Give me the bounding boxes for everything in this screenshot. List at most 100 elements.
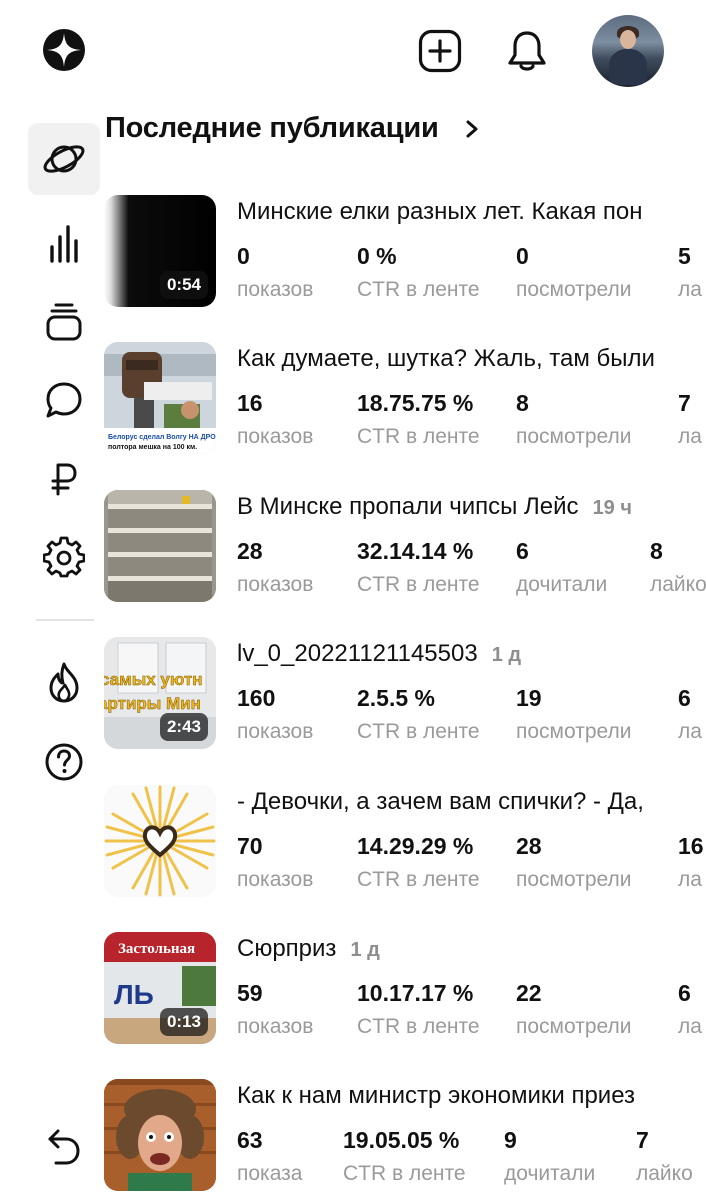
- zen-star-icon[interactable]: [42, 28, 86, 72]
- stat-value: 0: [237, 243, 250, 269]
- publication-thumbnail: Белорус сделал Волгу НА ДРОВАХ: полтора …: [104, 342, 216, 454]
- sidebar-item-trending[interactable]: [28, 646, 100, 718]
- sidebar-item-monetization[interactable]: [28, 443, 100, 515]
- stat-value: 16: [678, 833, 704, 859]
- stat-value: 19: [516, 685, 542, 711]
- stat-label: CTR в ленте: [357, 868, 480, 891]
- chevron-right-icon: [466, 120, 478, 137]
- publication-meta: - Девочки, а зачем вам спички? - Да, 70 …: [237, 785, 706, 897]
- stat-label: показов: [237, 720, 314, 743]
- back-arrow-icon: [48, 1129, 80, 1165]
- publication-row[interactable]: - Девочки, а зачем вам спички? - Да, 70 …: [104, 785, 706, 897]
- sidebar-item-back[interactable]: [28, 1111, 100, 1183]
- plus-square-icon[interactable]: [418, 29, 462, 73]
- stat-label: посмотрели: [516, 720, 632, 743]
- sidebar-item-stats[interactable]: [28, 207, 100, 279]
- publication-row[interactable]: Белорус сделал Волгу НА ДРОВАХ: полтора …: [104, 342, 706, 454]
- stat-value: 6: [678, 980, 691, 1006]
- publication-row[interactable]: Застольная ЛЬ 0:13 Сюрприз 1 д 59 10.17.1…: [104, 932, 706, 1044]
- duration-badge: 2:43: [159, 713, 208, 741]
- stat-value: 70: [237, 833, 263, 859]
- publication-meta: lv_0_20221121145503 1 д 160 2.5.5 % 19 6 …: [237, 637, 706, 749]
- stat-label: CTR в ленте: [343, 1162, 466, 1185]
- svg-text:Белорус сделал Волгу НА ДРОВАХ: Белорус сделал Волгу НА ДРОВАХ:: [108, 434, 216, 441]
- sidebar-item-settings[interactable]: [28, 521, 100, 593]
- stat-label: ла: [678, 720, 702, 743]
- sidebar-item-publications[interactable]: [28, 286, 100, 358]
- publication-title: Как думаете, шутка? Жаль, там были: [237, 345, 655, 372]
- stat-value: 5: [678, 243, 691, 269]
- publication-thumbnail: [104, 785, 216, 897]
- sidebar-item-feed[interactable]: [28, 123, 100, 195]
- publication-meta: Сюрприз 1 д 59 10.17.17 % 22 6 показов CT…: [237, 932, 706, 1044]
- stat-value: 8: [650, 538, 663, 564]
- svg-text:самых уютн: самых уютн: [104, 670, 203, 689]
- bell-icon[interactable]: [505, 29, 549, 73]
- stat-label: показа: [237, 1162, 303, 1185]
- stat-value: 14.29.29 %: [357, 833, 474, 859]
- comment-icon: [46, 382, 82, 418]
- stat-value: 22: [516, 980, 542, 1006]
- stat-value: 19.05.05 %: [343, 1127, 460, 1153]
- publication-title: Как к нам министр экономики приез: [237, 1082, 636, 1109]
- stat-label: лайко: [650, 573, 706, 596]
- stat-value: 0: [516, 243, 529, 269]
- sidebar-item-help[interactable]: [28, 726, 100, 798]
- stat-label: CTR в ленте: [357, 278, 480, 301]
- stat-value: 18.75.75 %: [357, 390, 474, 416]
- publication-meta: Как к нам министр экономики приез 63 19.…: [237, 1079, 706, 1191]
- publication-row[interactable]: В Минске пропали чипсы Лейс 19 ч 28 32.14…: [104, 490, 706, 602]
- stat-label: показов: [237, 425, 314, 448]
- publication-title: lv_0_20221121145503 1 д: [237, 640, 522, 667]
- stat-value: 16: [237, 390, 263, 416]
- avatar[interactable]: [592, 15, 664, 87]
- gear-icon: [43, 536, 85, 578]
- stat-label: показов: [237, 278, 314, 301]
- section-header[interactable]: Последние публикации: [105, 112, 481, 145]
- fire-icon: [49, 662, 79, 703]
- stat-label: дочитали: [504, 1162, 596, 1185]
- stat-value: 9: [504, 1127, 517, 1153]
- stat-value: 28: [237, 538, 263, 564]
- stat-value: 2.5.5 %: [357, 685, 435, 711]
- stat-label: посмотрели: [516, 278, 632, 301]
- duration-badge: 0:54: [159, 271, 208, 299]
- stat-value: 7: [678, 390, 691, 416]
- publication-title: Сюрприз 1 д: [237, 935, 380, 962]
- stat-label: показов: [237, 573, 314, 596]
- help-icon: [45, 743, 83, 781]
- stat-label: ла: [678, 278, 702, 301]
- stat-value: 160: [237, 685, 276, 711]
- stat-value: 28: [516, 833, 542, 859]
- publication-thumbnail: [104, 490, 216, 602]
- duration-badge: 0:13: [159, 1008, 208, 1036]
- publication-title: - Девочки, а зачем вам спички? - Да,: [237, 788, 644, 815]
- publication-thumbnail: Застольная ЛЬ 0:13: [104, 932, 216, 1044]
- publication-age: 19 ч: [592, 497, 632, 519]
- svg-text:артиры Мин: артиры Мин: [104, 694, 201, 713]
- sidebar-item-comments[interactable]: [28, 364, 100, 436]
- publication-row[interactable]: самых уютн артиры Мин 2:43 lv_0_20221121…: [104, 637, 706, 749]
- stat-value: 6: [678, 685, 691, 711]
- sidebar-divider: [36, 619, 94, 621]
- publication-thumbnail: [104, 1079, 216, 1191]
- publication-row[interactable]: Как к нам министр экономики приез 63 19.…: [104, 1079, 706, 1191]
- publication-meta: В Минске пропали чипсы Лейс 19 ч 28 32.14…: [237, 490, 706, 602]
- thumbnail-image: [104, 490, 216, 602]
- ruble-icon: [51, 463, 77, 496]
- publication-meta: Минские елки разных лет. Какая пон 0 0 %…: [237, 195, 706, 307]
- stat-label: показов: [237, 1015, 314, 1038]
- publication-row[interactable]: 0:54 Минские елки разных лет. Какая пон …: [104, 195, 706, 307]
- bar-chart-icon: [50, 225, 78, 263]
- stat-label: CTR в ленте: [357, 425, 480, 448]
- stat-value: 10.17.17 %: [357, 980, 474, 1006]
- svg-text:полтора мешка на 100 км.: полтора мешка на 100 км.: [108, 444, 197, 451]
- stat-label: ла: [678, 868, 702, 891]
- publication-age: 1 д: [350, 939, 380, 961]
- stat-value: 0 %: [357, 243, 397, 269]
- svg-text:ЛЬ: ЛЬ: [114, 979, 154, 1010]
- stat-value: 32.14.14 %: [357, 538, 474, 564]
- stat-value: 7: [636, 1127, 649, 1153]
- stat-label: CTR в ленте: [357, 573, 480, 596]
- stat-label: CTR в ленте: [357, 720, 480, 743]
